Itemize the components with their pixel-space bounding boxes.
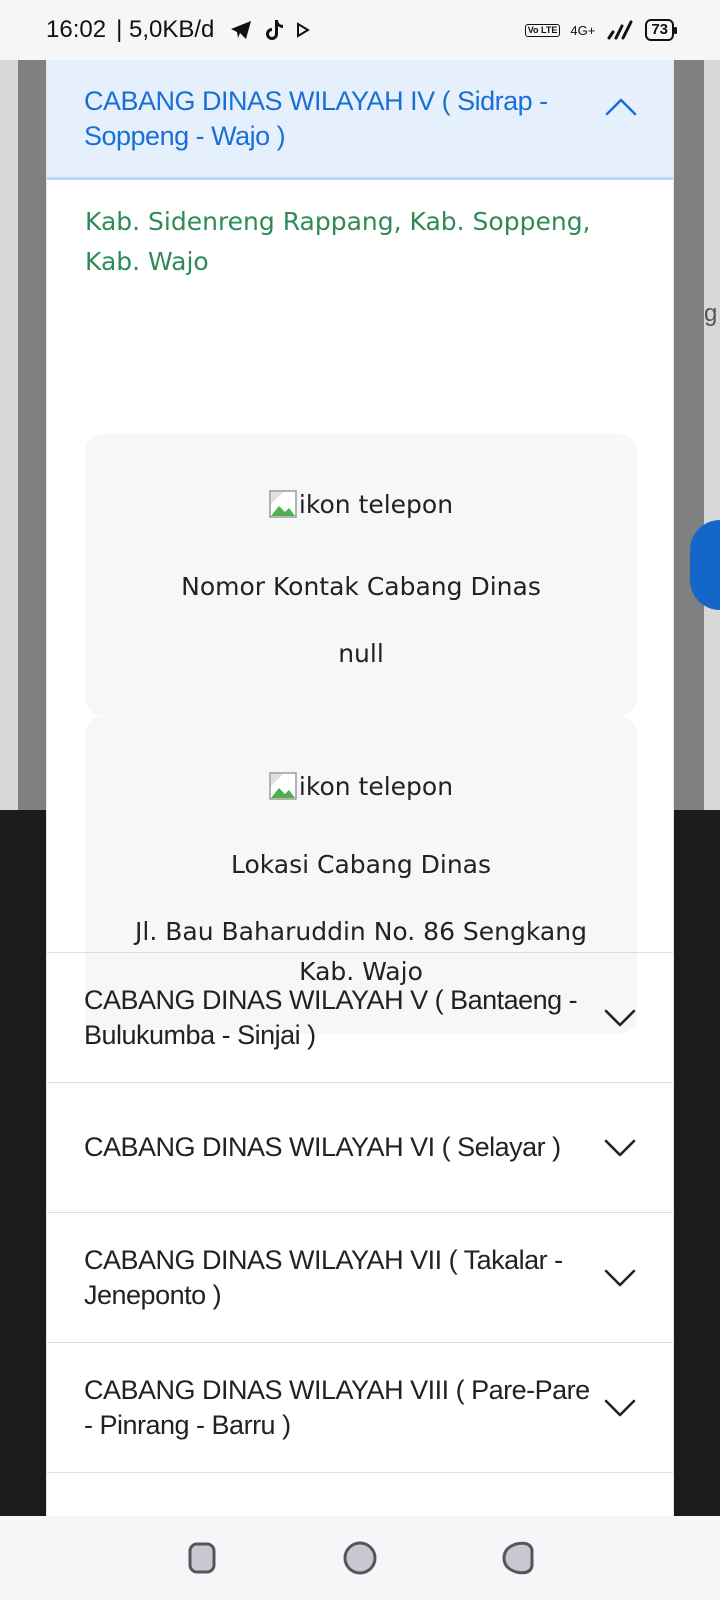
tiktok-icon xyxy=(266,20,284,40)
notification-icons xyxy=(230,18,311,42)
location-image-placeholder: ikon telepon xyxy=(85,766,637,806)
play-icon xyxy=(297,22,311,38)
chevron-down-icon[interactable] xyxy=(603,1391,637,1425)
chevron-up-icon[interactable] xyxy=(604,90,638,124)
volte-indicator: Vo LTE xyxy=(524,23,561,37)
phone-image-alt-text: ikon telepon xyxy=(298,489,454,519)
status-bar: 16:02 | 5,0KB/d Vo LTE 4G+ 73 xyxy=(0,0,720,60)
accordion-item-wilayah-vii[interactable]: CABANG DINAS WILAYAH VII ( Takalar - Jen… xyxy=(47,1212,673,1342)
status-left: 16:02 | 5,0KB/d xyxy=(46,16,311,44)
accordion-item-title: CABANG DINAS WILAYAH V ( Bantaeng - Bulu… xyxy=(84,984,578,1050)
accordion-body-wilayah-iv: Kab. Sidenreng Rappang, Kab. Soppeng, Ka… xyxy=(47,180,673,1034)
coverage-area-text: Kab. Sidenreng Rappang, Kab. Soppeng, Ka… xyxy=(85,207,591,276)
contact-value: null xyxy=(338,639,384,668)
phone-image-placeholder: ikon telepon xyxy=(85,484,637,524)
contact-card: ikon telepon Nomor Kontak Cabang Dinas n… xyxy=(85,434,637,716)
accordion-item-next-partial[interactable] xyxy=(47,1472,673,1516)
accordion-title: CABANG DINAS WILAYAH IV ( Sidrap - Soppe… xyxy=(84,85,548,151)
status-time: 16:02 xyxy=(46,16,107,43)
recents-icon[interactable] xyxy=(184,1540,220,1576)
accordion-item-title: CABANG DINAS WILAYAH VIII ( Pare-Pare - … xyxy=(84,1374,590,1440)
accordion-item-title: CABANG DINAS WILAYAH VI ( Selayar ) xyxy=(84,1132,561,1162)
chevron-down-icon[interactable] xyxy=(603,1261,637,1295)
status-right: Vo LTE 4G+ 73 xyxy=(524,19,677,41)
accordion-item-wilayah-viii[interactable]: CABANG DINAS WILAYAH VIII ( Pare-Pare - … xyxy=(47,1342,673,1472)
location-label: Lokasi Cabang Dinas xyxy=(230,850,492,879)
broken-image-icon xyxy=(269,772,297,800)
background-edge-right xyxy=(704,60,720,810)
status-speed: | 5,0KB/d xyxy=(116,16,215,43)
network-type: 4G+ xyxy=(570,22,596,38)
broken-image-icon xyxy=(269,490,297,518)
system-navigation-bar xyxy=(0,1516,720,1600)
background-floating-button xyxy=(690,520,720,610)
battery-indicator: 73 xyxy=(645,19,677,41)
cabang-dinas-panel: CABANG DINAS WILAYAH IV ( Sidrap - Soppe… xyxy=(46,60,674,1516)
home-icon[interactable] xyxy=(342,1540,378,1576)
contact-label: Nomor Kontak Cabang Dinas xyxy=(181,572,541,601)
accordion-item-wilayah-vi[interactable]: CABANG DINAS WILAYAH VI ( Selayar ) xyxy=(47,1082,673,1212)
chevron-down-icon[interactable] xyxy=(603,1001,637,1035)
chevron-down-icon[interactable] xyxy=(603,1131,637,1165)
location-image-alt-text: ikon telepon xyxy=(298,771,454,801)
signal-icon xyxy=(607,20,633,40)
accordion-item-title: CABANG DINAS WILAYAH VII ( Takalar - Jen… xyxy=(84,1244,563,1310)
background-edge-left xyxy=(0,60,18,810)
telegram-icon xyxy=(231,21,252,39)
accordion-item-wilayah-v[interactable]: CABANG DINAS WILAYAH V ( Bantaeng - Bulu… xyxy=(47,952,673,1082)
back-icon[interactable] xyxy=(500,1540,536,1576)
accordion-header-wilayah-iv[interactable]: CABANG DINAS WILAYAH IV ( Sidrap - Soppe… xyxy=(47,60,673,180)
background-partial-text: g xyxy=(704,300,718,327)
